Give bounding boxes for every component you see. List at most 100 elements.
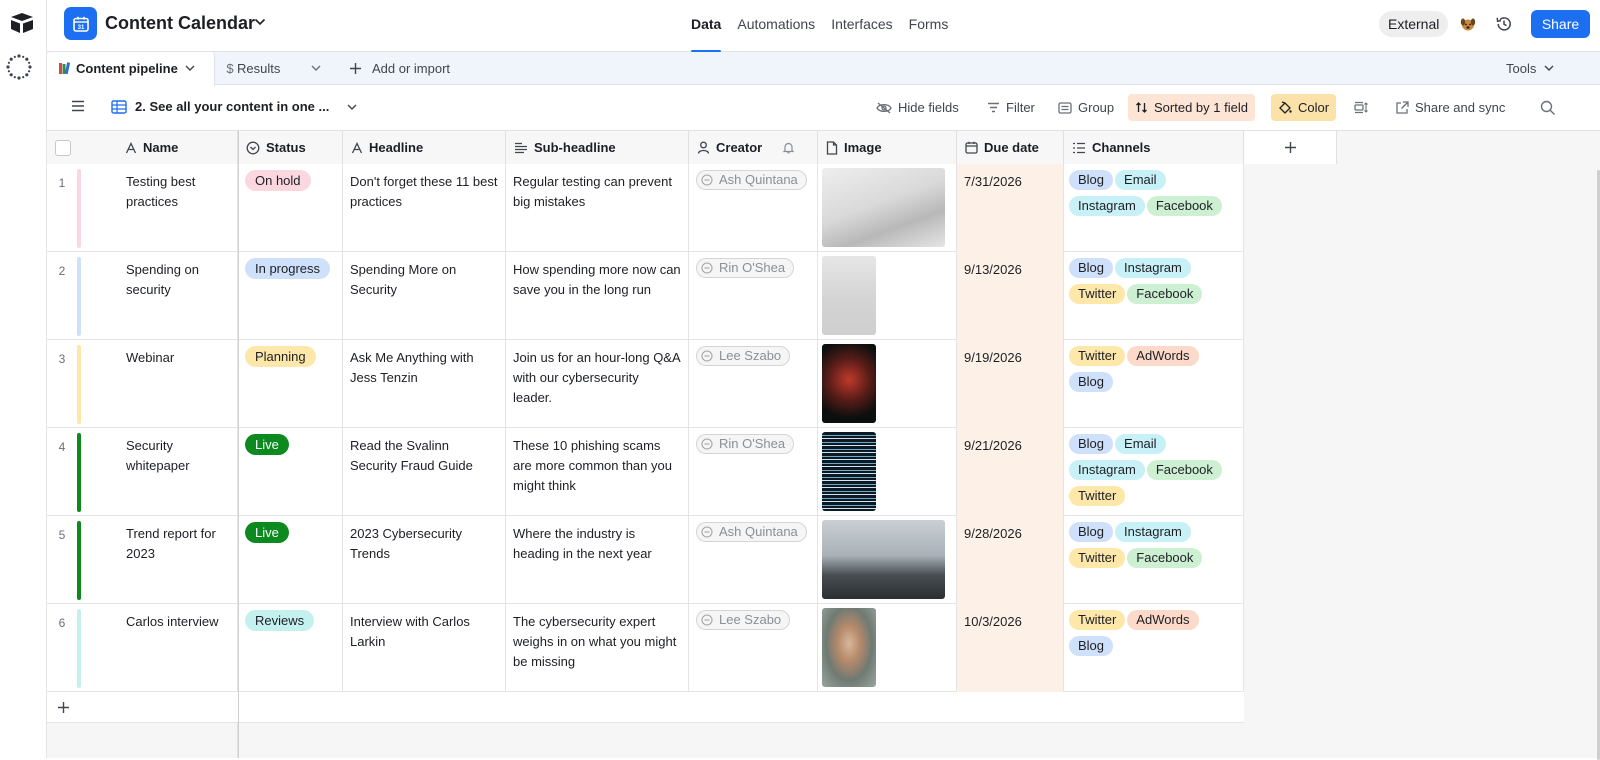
image-cell[interactable] [818,428,957,516]
due-date-cell[interactable]: 9/28/2026 [957,516,1064,604]
chevron-down-icon[interactable] [185,65,195,72]
column-header-subheadline[interactable]: Sub-headline [506,131,689,164]
nav-tab-automations[interactable]: Automations [729,0,823,52]
creator-cell[interactable]: Ash Quintana [689,164,818,252]
chevron-down-icon[interactable] [347,104,357,111]
add-record-row[interactable] [47,692,1244,723]
status-cell[interactable]: Live [238,428,343,516]
share-button[interactable]: Share [1531,10,1590,38]
external-button[interactable]: External [1379,11,1449,37]
headline-cell[interactable]: Interview with Carlos Larkin [343,604,506,692]
due-date-cell[interactable]: 9/13/2026 [957,252,1064,340]
headline-cell[interactable]: Ask Me Anything with Jess Tenzin [343,340,506,428]
name-cell[interactable]: 1 Testing best practices [47,164,238,252]
chevron-down-icon[interactable] [1544,65,1554,72]
status-cell[interactable]: On hold [238,164,343,252]
search-icon[interactable] [1540,100,1556,116]
share-and-sync-button[interactable]: Share and sync [1389,94,1512,121]
image-cell[interactable] [818,340,957,428]
image-cell[interactable] [818,164,957,252]
due-date-cell[interactable]: 7/31/2026 [957,164,1064,252]
row-height-icon[interactable] [1354,101,1369,114]
add-or-import-button[interactable]: Add or import [372,61,450,76]
table-row[interactable]: 4 Security whitepaper Live Read the Sval… [47,428,1244,516]
column-header-image[interactable]: Image [818,131,957,164]
history-icon[interactable] [1495,15,1513,33]
add-field-button[interactable] [1244,131,1337,164]
nav-tab-forms[interactable]: Forms [901,0,957,52]
office-window-image[interactable] [822,520,945,599]
calendar-base-icon[interactable]: 31 [64,7,97,40]
filter-button[interactable]: Filter [980,94,1042,121]
column-header-status[interactable]: Status [238,131,343,164]
nav-tab-interfaces[interactable]: Interfaces [823,0,900,52]
headline-cell[interactable]: Spending More on Security [343,252,506,340]
table-row[interactable]: 3 Webinar Planning Ask Me Anything with … [47,340,1244,428]
channels-cell[interactable]: Blog Instagram Twitter Facebook [1064,252,1244,340]
base-title[interactable]: Content Calendar [105,13,255,34]
subheadline-cell[interactable]: Regular testing can prevent big mistakes [506,164,689,252]
chevron-down-icon[interactable] [254,18,266,26]
creator-cell[interactable]: Ash Quintana [689,516,818,604]
subheadline-cell[interactable]: How spending more now can save you in th… [506,252,689,340]
status-cell[interactable]: Live [238,516,343,604]
subheadline-cell[interactable]: These 10 phishing scams are more common … [506,428,689,516]
airtable-logo-icon[interactable] [9,12,35,34]
subheadline-cell[interactable]: The cybersecurity expert weighs in on wh… [506,604,689,692]
table-row[interactable]: 2 Spending on security In progress Spend… [47,252,1244,340]
status-cell[interactable]: In progress [238,252,343,340]
notification-bell-icon[interactable] [782,141,795,154]
table-row[interactable]: 5 Trend report for 2023 Live 2023 Cybers… [47,516,1244,604]
status-cell[interactable]: Reviews [238,604,343,692]
creator-cell[interactable]: Lee Szabo [689,604,818,692]
name-cell[interactable]: 6 Carlos interview [47,604,238,692]
column-header-creator[interactable]: Creator [689,131,818,164]
headline-cell[interactable]: 2023 Cybersecurity Trends [343,516,506,604]
column-header-name[interactable]: Name [47,131,238,164]
view-name[interactable]: 2. See all your content in one ... [135,99,329,114]
channels-cell[interactable]: Blog Email Instagram Facebook Twitter [1064,428,1244,516]
hamburger-menu-icon[interactable] [71,100,85,112]
table-row[interactable]: 6 Carlos interview Reviews Interview wit… [47,604,1244,692]
subheadline-cell[interactable]: Join us for an hour-long Q&A with our cy… [506,340,689,428]
laptop-typing-image[interactable] [822,168,945,247]
subheadline-cell[interactable]: Where the industry is heading in the nex… [506,516,689,604]
table-row[interactable]: 1 Testing best practices On hold Don't f… [47,164,1244,252]
channels-cell[interactable]: Blog Instagram Twitter Facebook [1064,516,1244,604]
name-cell[interactable]: 4 Security whitepaper [47,428,238,516]
due-date-cell[interactable]: 10/3/2026 [957,604,1064,692]
tools-button[interactable]: Tools [1506,61,1536,76]
plus-icon[interactable] [57,701,70,714]
creator-cell[interactable]: Lee Szabo [689,340,818,428]
code-screen-image[interactable] [822,432,876,511]
plus-icon[interactable] [349,62,362,75]
hand-with-key-image[interactable] [822,256,876,335]
channels-cell[interactable]: Twitter AdWords Blog [1064,604,1244,692]
due-date-cell[interactable]: 9/21/2026 [957,428,1064,516]
status-cell[interactable]: Planning [238,340,343,428]
headline-cell[interactable]: Don't forget these 11 best practices [343,164,506,252]
image-cell[interactable] [818,604,957,692]
color-button[interactable]: Color [1271,94,1337,121]
image-cell[interactable] [818,516,957,604]
name-cell[interactable]: 5 Trend report for 2023 [47,516,238,604]
hooded-face-image[interactable] [822,344,876,423]
dog-avatar-icon[interactable] [1459,15,1477,33]
creator-cell[interactable]: Rin O'Shea [689,252,818,340]
more-tables-chevron-icon[interactable] [311,65,321,72]
table-tab-results[interactable]: Results [237,61,280,76]
nav-tab-data[interactable]: Data [683,0,729,52]
select-all-checkbox[interactable] [55,139,71,156]
channels-cell[interactable]: Blog Email Instagram Facebook [1064,164,1244,252]
image-cell[interactable] [818,252,957,340]
name-cell[interactable]: 2 Spending on security [47,252,238,340]
hide-fields-button[interactable]: Hide fields [869,94,966,121]
column-header-headline[interactable]: Headline [343,131,506,164]
due-date-cell[interactable]: 9/19/2026 [957,340,1064,428]
column-header-channels[interactable]: Channels [1064,131,1244,164]
man-portrait-image[interactable] [822,608,876,687]
headline-cell[interactable]: Read the Svalinn Security Fraud Guide [343,428,506,516]
column-header-due-date[interactable]: Due date [957,131,1064,164]
channels-cell[interactable]: Twitter AdWords Blog [1064,340,1244,428]
name-cell[interactable]: 3 Webinar [47,340,238,428]
